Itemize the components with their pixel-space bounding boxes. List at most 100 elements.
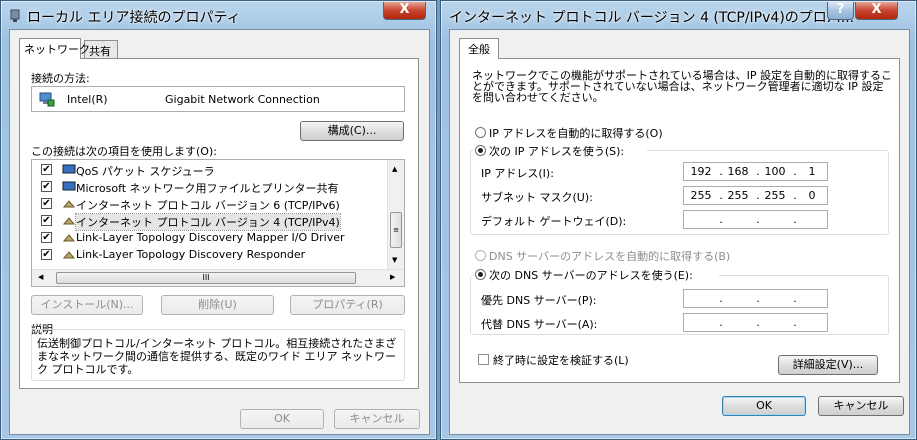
list-item-lltd-mapper[interactable]: ✔ Link-Layer Topology Discovery Mapper I… xyxy=(32,229,388,246)
scroll-thumb-horizontal[interactable]: III xyxy=(56,272,356,284)
help-button[interactable]: ? xyxy=(827,2,854,20)
network-tab-panel: 接続の方法: Intel(R) Gigabit Network Connecti… xyxy=(19,58,419,389)
ok-button[interactable]: OK xyxy=(722,396,806,416)
dialog-title: インターネット プロトコル バージョン 4 (TCP/IPv4)のプロパ... xyxy=(449,10,855,26)
properties-button[interactable]: プロパティ(R) xyxy=(290,295,405,315)
uninstall-button[interactable]: 削除(U) xyxy=(161,295,274,315)
scroll-thumb[interactable]: ≡ xyxy=(390,212,402,248)
protocol-icon xyxy=(62,217,76,225)
title-bar[interactable]: ローカル エリア接続のプロパティ X xyxy=(1,1,436,29)
item-checkbox[interactable]: ✔ xyxy=(41,164,52,175)
octet-dot: . xyxy=(793,316,797,329)
intro-text: ネットワークでこの機能がサポートされている場合は、IP 設定を自動的に取得するこ… xyxy=(472,69,893,104)
validate-checkbox[interactable] xyxy=(478,354,489,365)
network-adapter-icon xyxy=(39,92,55,107)
local-area-connection-properties-dialog: ローカル エリア接続のプロパティ X ネットワーク 共有 接続の方法: Inte… xyxy=(0,0,437,440)
ip-address-label: IP アドレス(I): xyxy=(481,167,554,180)
validate-label[interactable]: 終了時に設定を検証する(L) xyxy=(493,352,629,368)
item-label: Link-Layer Topology Discovery Mapper I/O… xyxy=(76,231,345,244)
subnet-mask-label: サブネット マスク(U): xyxy=(481,191,593,204)
item-checkbox[interactable]: ✔ xyxy=(41,249,52,260)
scroll-left-arrow-icon[interactable]: ◀ xyxy=(38,273,43,281)
list-item-qos[interactable]: ✔ QoS パケット スケジューラ xyxy=(32,161,388,178)
cancel-button[interactable]: キャンセル xyxy=(334,409,420,429)
ok-button[interactable]: OK xyxy=(240,409,324,429)
ip-octet-2[interactable]: 168 xyxy=(723,165,753,178)
items-list: ✔ QoS パケット スケジューラ ✔ Microsoft ネットワーク用ファイ… xyxy=(31,159,405,287)
cancel-button[interactable]: キャンセル xyxy=(818,396,904,416)
manual-dns-radio[interactable] xyxy=(475,269,486,280)
file-sharing-icon xyxy=(62,181,76,191)
item-checkbox[interactable]: ✔ xyxy=(41,198,52,209)
adapter-box: Intel(R) Gigabit Network Connection xyxy=(31,86,405,112)
octet-dot: . xyxy=(719,213,723,226)
manual-dns-label[interactable]: 次の DNS サーバーのアドレスを使う(E): xyxy=(489,267,693,283)
list-item-ipv4[interactable]: ✔ インターネット プロトコル バージョン 4 (TCP/IPv4) xyxy=(32,212,388,231)
item-checkbox[interactable]: ✔ xyxy=(41,181,52,192)
advanced-button[interactable]: 詳細設定(V)... xyxy=(778,355,878,375)
octet-dot: . xyxy=(793,292,797,305)
ip-octet-4[interactable]: 1 xyxy=(797,165,827,178)
auto-ip-label[interactable]: IP アドレスを自動的に取得する(O) xyxy=(489,125,663,141)
gateway-label: デフォルト ゲートウェイ(D): xyxy=(481,215,627,228)
item-checkbox[interactable]: ✔ xyxy=(41,232,52,243)
list-item-file-printer-sharing[interactable]: ✔ Microsoft ネットワーク用ファイルとプリンター共有 xyxy=(32,178,388,195)
octet-dot: . xyxy=(719,292,723,305)
vertical-scrollbar[interactable]: ▲ ≡ ▼ xyxy=(387,160,404,269)
manual-ip-radio[interactable] xyxy=(475,145,486,156)
title-bar[interactable]: インターネット プロトコル バージョン 4 (TCP/IPv4)のプロパ... … xyxy=(441,1,916,29)
subnet-octet-3[interactable]: 255 xyxy=(760,189,790,202)
auto-ip-radio[interactable] xyxy=(475,127,486,138)
ip-octet-3[interactable]: 100 xyxy=(760,165,790,178)
protocol-icon xyxy=(62,200,76,208)
scroll-right-arrow-icon[interactable]: ▶ xyxy=(390,273,395,281)
tab-network[interactable]: ネットワーク xyxy=(19,38,90,59)
gateway-field[interactable]: . . . xyxy=(683,210,828,229)
tab-general[interactable]: 全般 xyxy=(459,38,499,59)
connect-using-label: 接続の方法: xyxy=(31,72,90,85)
octet-dot: . xyxy=(756,316,760,329)
octet-dot: . xyxy=(756,213,760,226)
list-item-ipv6[interactable]: ✔ インターネット プロトコル バージョン 6 (TCP/IPv6) xyxy=(32,195,388,212)
item-label: QoS パケット スケジューラ xyxy=(76,165,215,178)
item-checkbox[interactable]: ✔ xyxy=(41,215,52,226)
horizontal-scrollbar[interactable]: ◀ III ▶ xyxy=(32,269,404,286)
ip-octet-1[interactable]: 192 xyxy=(686,165,716,178)
auto-dns-radio[interactable] xyxy=(475,250,486,261)
list-item-lltd-responder[interactable]: ✔ Link-Layer Topology Discovery Responde… xyxy=(32,246,388,263)
alternate-dns-label: 代替 DNS サーバー(A): xyxy=(481,318,598,331)
scroll-up-arrow-icon[interactable]: ▲ xyxy=(392,165,397,173)
ipv4-properties-dialog: インターネット プロトコル バージョン 4 (TCP/IPv4)のプロパ... … xyxy=(440,0,917,440)
items-label: この接続は次の項目を使用します(O): xyxy=(31,145,217,158)
install-button[interactable]: インストール(N)... xyxy=(31,295,143,315)
qos-scheduler-icon xyxy=(62,164,76,174)
subnet-octet-2[interactable]: 255 xyxy=(723,189,753,202)
adapter-vendor: Intel(R) xyxy=(67,93,108,106)
alternate-dns-field[interactable]: . . . xyxy=(683,313,828,332)
close-button[interactable]: X xyxy=(383,2,426,20)
subnet-octet-4[interactable]: 0 xyxy=(797,189,827,202)
manual-ip-label[interactable]: 次の IP アドレスを使う(S): xyxy=(489,143,624,159)
network-adapter-icon xyxy=(10,9,20,22)
preferred-dns-label: 優先 DNS サーバー(P): xyxy=(481,294,597,307)
item-label: インターネット プロトコル バージョン 4 (TCP/IPv4) xyxy=(75,213,341,231)
description-text: 伝送制御プロトコル/インターネット プロトコル。相互接続されたさまざまなネットワ… xyxy=(37,337,397,376)
scroll-down-arrow-icon[interactable]: ▼ xyxy=(392,256,397,264)
octet-dot: . xyxy=(719,316,723,329)
close-button[interactable]: X xyxy=(855,2,898,20)
auto-dns-label[interactable]: DNS サーバーのアドレスを自動的に取得する(B) xyxy=(489,248,730,264)
item-label: インターネット プロトコル バージョン 6 (TCP/IPv6) xyxy=(76,199,340,212)
octet-dot: . xyxy=(793,213,797,226)
dialog-body: 全般 ネットワークでこの機能がサポートされている場合は、IP 設定を自動的に取得… xyxy=(449,29,910,435)
item-label: Microsoft ネットワーク用ファイルとプリンター共有 xyxy=(76,182,339,195)
protocol-icon xyxy=(62,234,76,242)
preferred-dns-field[interactable]: . . . xyxy=(683,289,828,308)
subnet-octet-1[interactable]: 255 xyxy=(686,189,716,202)
ip-address-field[interactable]: 192 . 168 . 100 . 1 xyxy=(683,162,828,181)
dialog-title: ローカル エリア接続のプロパティ xyxy=(27,10,241,26)
protocol-icon xyxy=(62,251,76,259)
general-tab-panel: ネットワークでこの機能がサポートされている場合は、IP 設定を自動的に取得するこ… xyxy=(459,58,900,383)
item-label: Link-Layer Topology Discovery Responder xyxy=(76,248,306,261)
subnet-mask-field[interactable]: 255 . 255 . 255 . 0 xyxy=(683,186,828,205)
configure-button[interactable]: 構成(C)... xyxy=(300,121,404,141)
